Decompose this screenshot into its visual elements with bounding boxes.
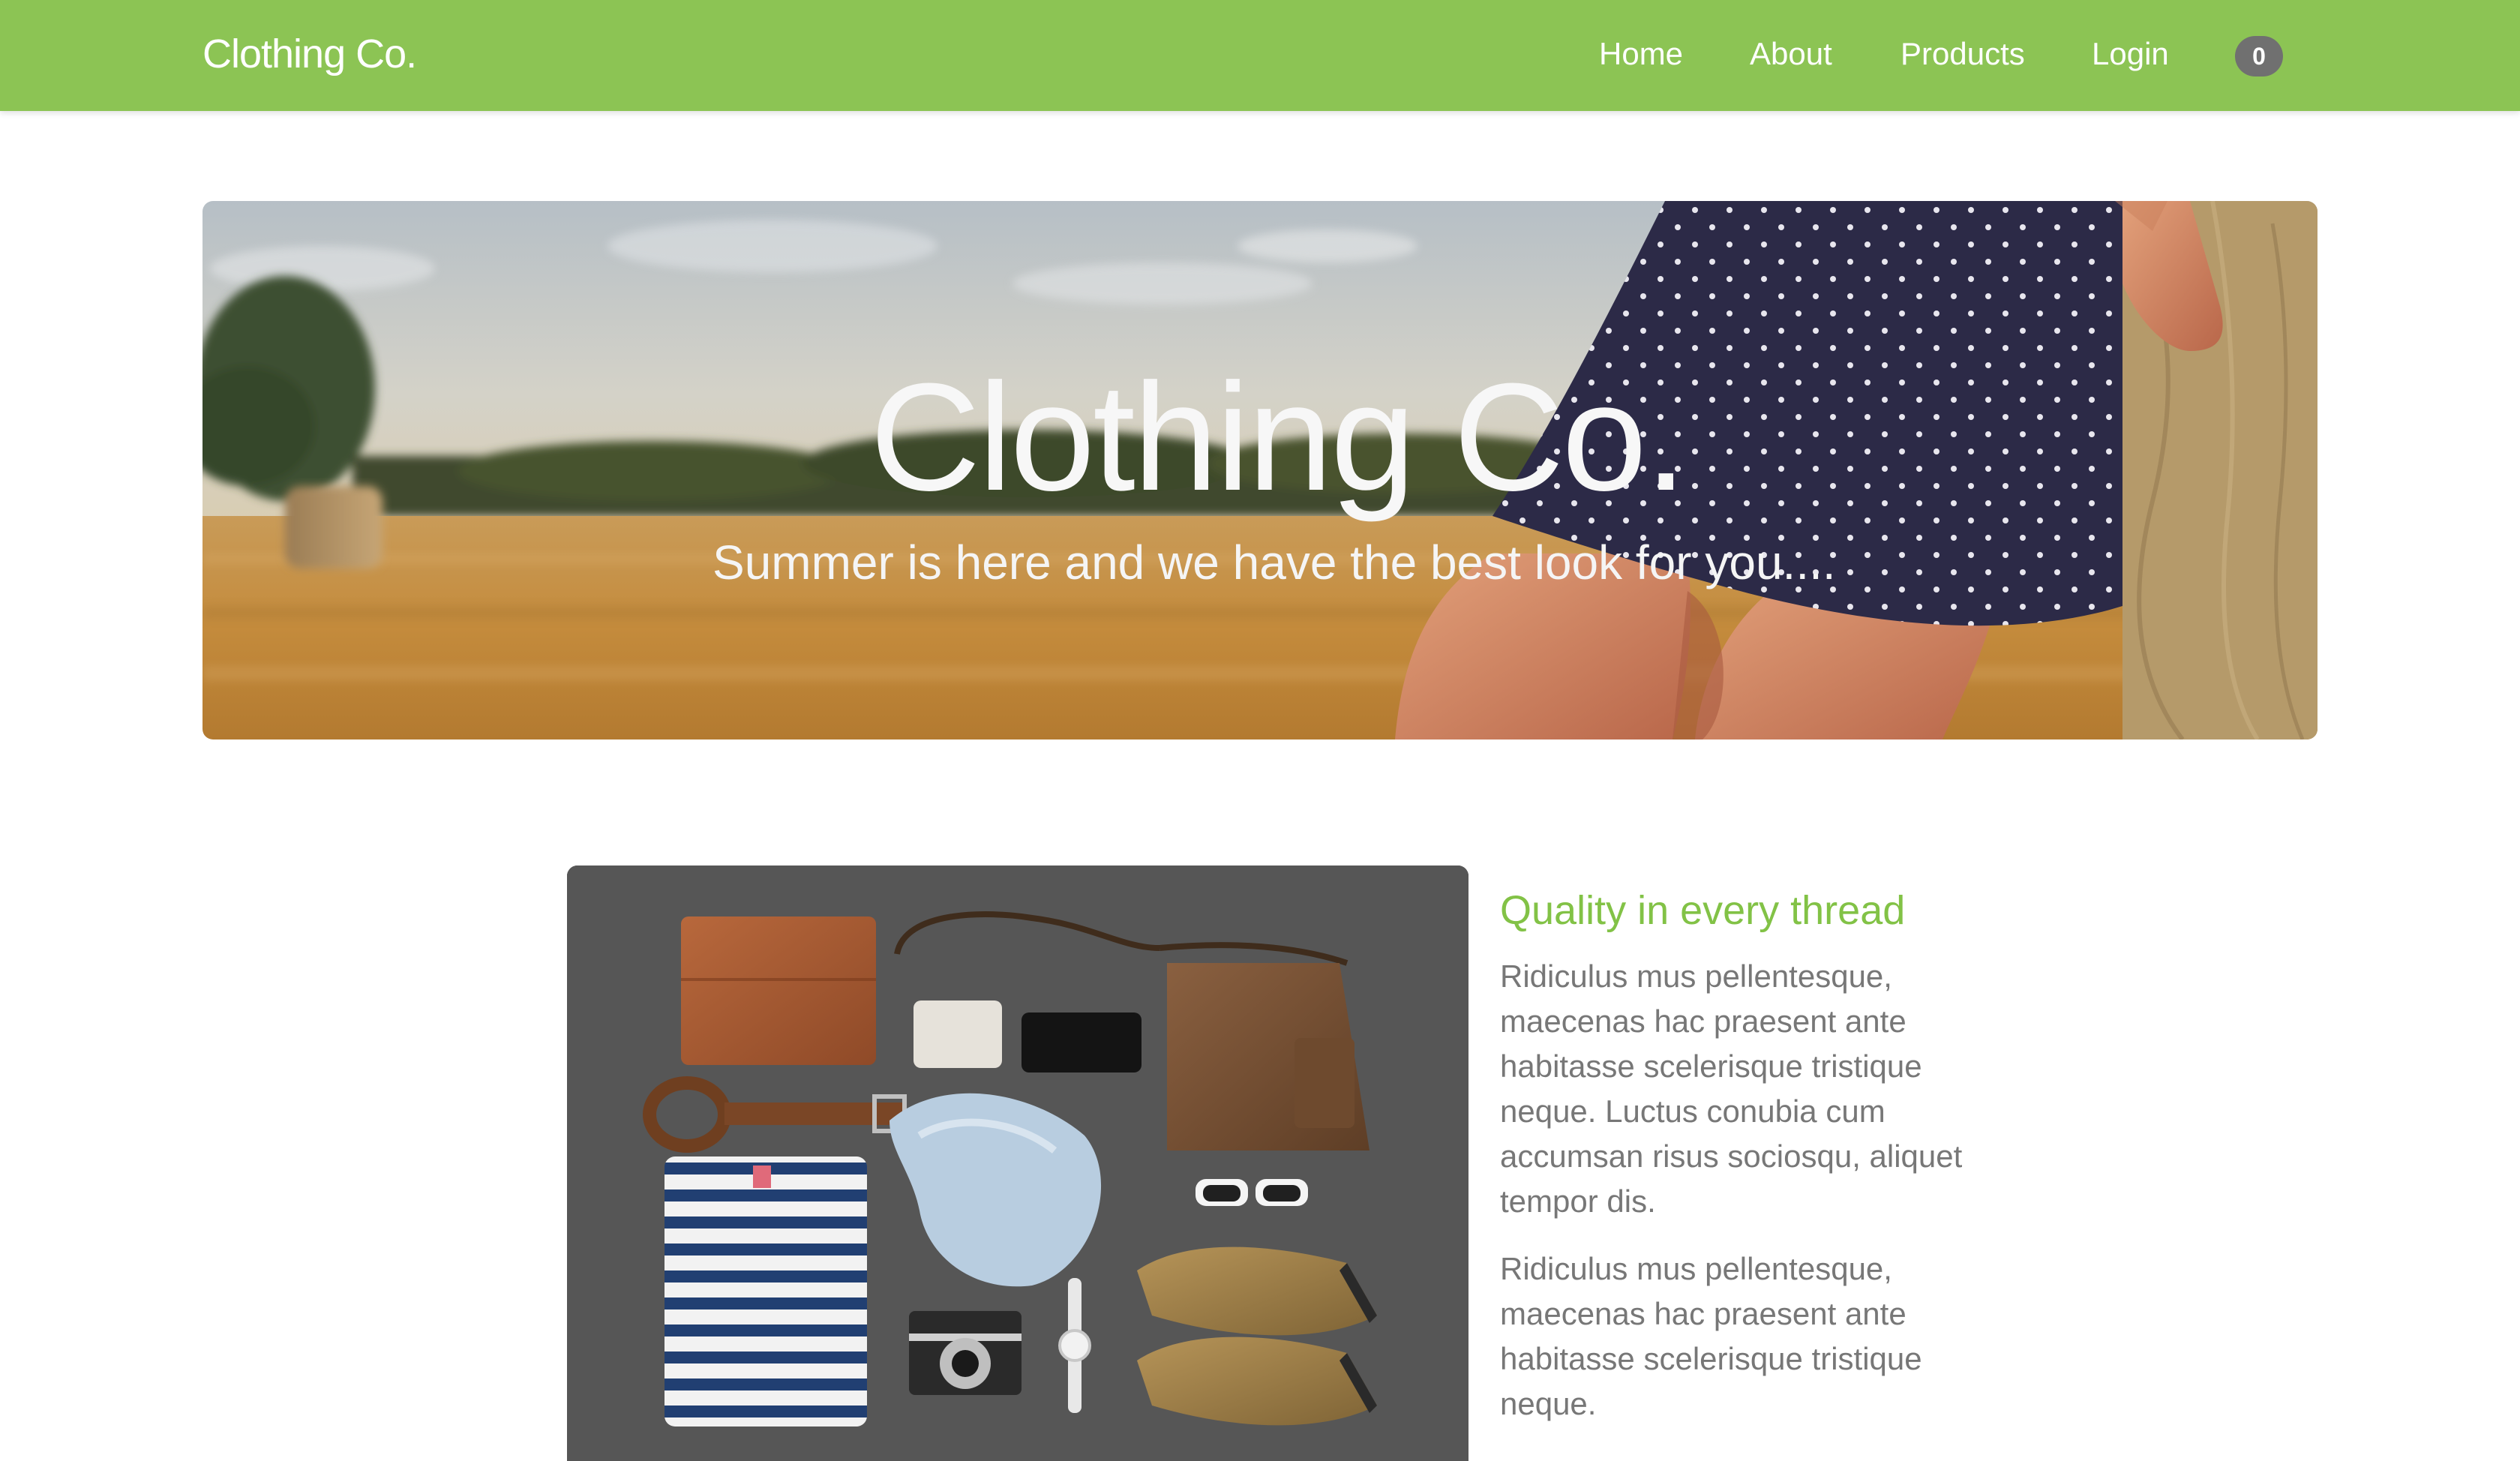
brand-logo[interactable]: Clothing Co. xyxy=(202,27,417,81)
hero-subtitle: Summer is here and we have the best look… xyxy=(712,536,1836,590)
feature-paragraph-2: Ridiculus mus pellentesque, maecenas hac… xyxy=(1500,1251,1922,1421)
hero-title: Clothing Co. xyxy=(870,352,1688,523)
hero-banner: Clothing Co. Summer is here and we have … xyxy=(202,201,2318,740)
nav-link-login[interactable]: Login xyxy=(2092,32,2169,76)
top-navbar: Clothing Co. Home About Products Login 0 xyxy=(0,0,2520,111)
feature-paragraph-1: Ridiculus mus pellentesque, maecenas hac… xyxy=(1500,958,1963,1219)
flatlay-illustration xyxy=(567,866,1468,1461)
cart-count-badge[interactable]: 0 xyxy=(2235,36,2283,76)
feature-heading: Quality in every thread xyxy=(1500,888,1906,933)
nav-link-home[interactable]: Home xyxy=(1599,32,1683,76)
nav-link-about[interactable]: About xyxy=(1750,32,1832,76)
feature-flatlay-image xyxy=(567,866,1468,1461)
nav-link-products[interactable]: Products xyxy=(1900,32,2025,76)
